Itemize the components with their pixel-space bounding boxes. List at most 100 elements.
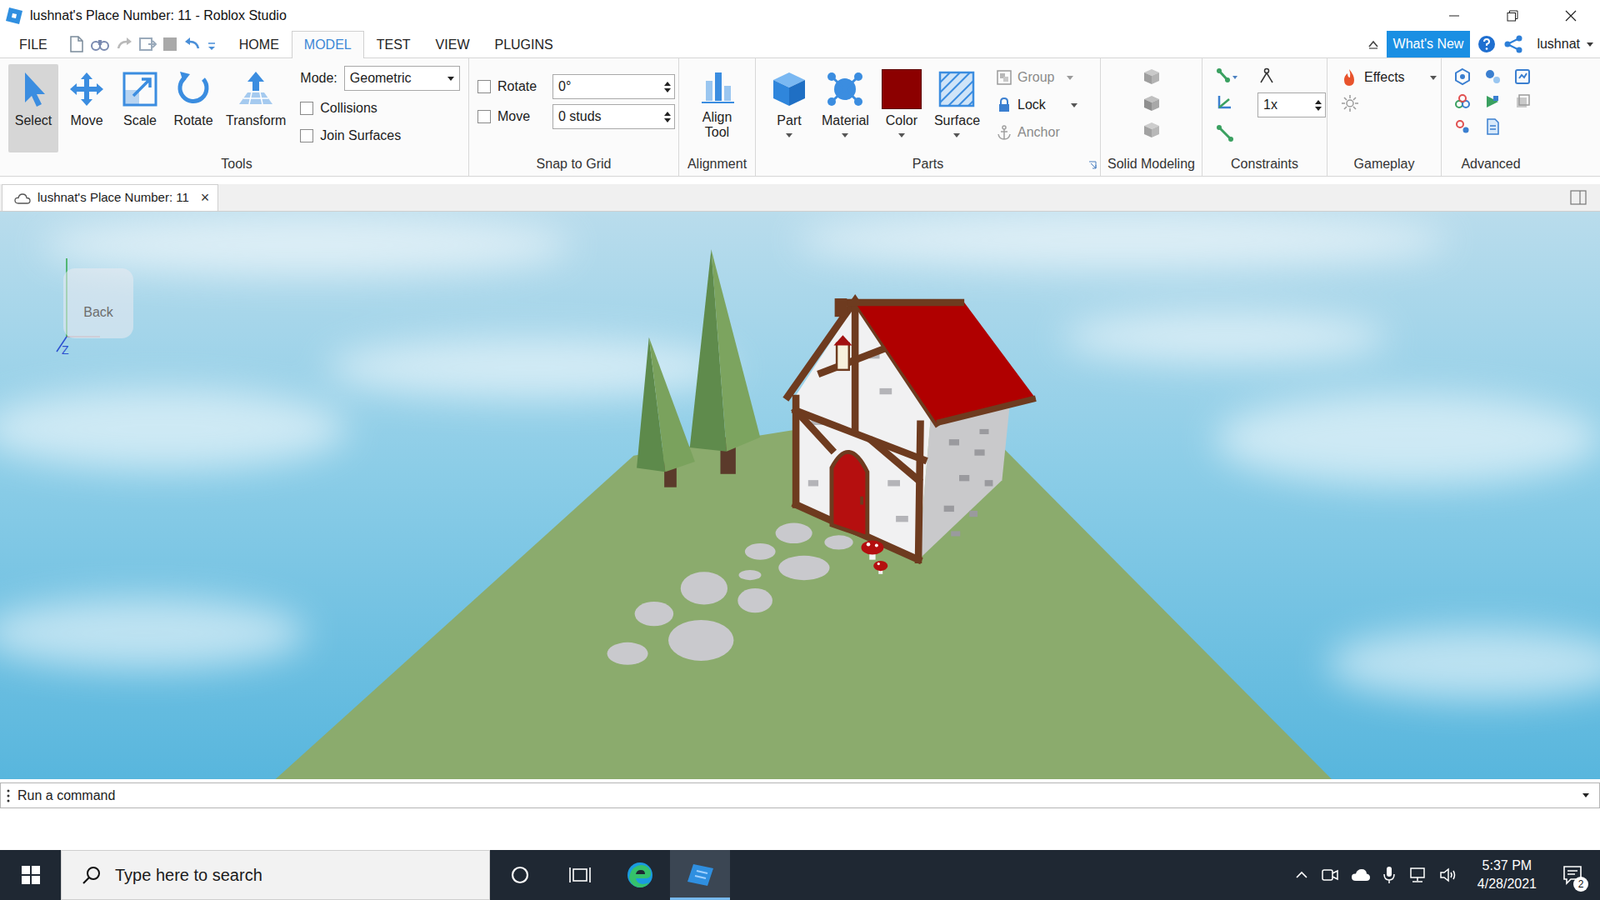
material-button[interactable]: Material [817, 64, 874, 153]
group-button[interactable]: Group [995, 67, 1078, 88]
onedrive-cloud-icon[interactable] [1350, 867, 1371, 883]
snap-group: Rotate 0° Move 0 studs [469, 58, 680, 176]
script-icon[interactable] [1483, 67, 1502, 86]
microphone-icon[interactable] [1382, 865, 1396, 885]
show-hidden-icons-icon[interactable] [1294, 867, 1310, 883]
viewport[interactable]: Back Z [0, 211, 1600, 780]
collisions-checkbox[interactable] [300, 101, 314, 115]
rotate-button[interactable]: Rotate [168, 64, 219, 153]
view-cube[interactable]: Back Z [50, 253, 150, 358]
scene-render[interactable] [0, 211, 1600, 780]
volume-icon[interactable] [1439, 866, 1460, 884]
local-script-icon[interactable] [1513, 67, 1532, 86]
close-button[interactable] [1541, 0, 1600, 31]
align-icon [699, 69, 736, 106]
start-button[interactable] [0, 850, 61, 900]
stop-icon[interactable] [161, 35, 179, 53]
plugins-tab[interactable]: PLUGINS [481, 30, 565, 58]
move-increment-field[interactable]: 0 studs [552, 104, 675, 130]
grip-icon[interactable] [4, 786, 13, 805]
axis-label: Z [61, 341, 70, 360]
close-tab-button[interactable]: × [200, 186, 210, 210]
taskbar-search[interactable] [60, 850, 490, 900]
home-tab[interactable]: HOME [226, 30, 292, 58]
cortana-button[interactable] [490, 850, 550, 900]
network-icon[interactable] [1407, 866, 1428, 884]
advanced-group: Advanced [1441, 58, 1540, 176]
ribbon-tabs: FILE HOME MODEL TEST VIEW PLUGINS What's… [0, 30, 1600, 59]
view-cube-face[interactable]: Back [83, 302, 114, 323]
command-input[interactable] [12, 785, 1576, 806]
move-button[interactable]: Move [61, 64, 112, 153]
axis-icon[interactable] [1215, 92, 1235, 111]
document-tab-strip: lushnat's Place Number: 11 × [0, 184, 1600, 212]
clock[interactable]: 5:37 PM 4/28/2021 [1470, 856, 1544, 893]
system-tray: 5:37 PM 4/28/2021 2 [1294, 850, 1600, 900]
roblox-studio-taskbar-button[interactable] [670, 850, 730, 900]
search-input[interactable] [113, 861, 490, 889]
view-tab[interactable]: VIEW [423, 30, 483, 58]
join-surfaces-checkbox[interactable] [300, 129, 314, 143]
constraint-scale-field[interactable]: 1x [1257, 92, 1326, 118]
flame-icon [1340, 68, 1358, 87]
color-button[interactable]: Color [876, 64, 927, 153]
team-create-icon[interactable] [90, 35, 110, 54]
share-icon[interactable] [1503, 34, 1524, 55]
settings-icon[interactable] [1453, 117, 1472, 136]
restore-button[interactable] [1483, 0, 1542, 31]
service-icon[interactable] [1453, 67, 1472, 86]
help-icon[interactable] [1476, 34, 1497, 55]
object-icon[interactable] [1513, 92, 1532, 111]
anchor-button[interactable]: Anchor [995, 122, 1078, 143]
meet-now-icon[interactable] [1320, 866, 1340, 884]
run-script-icon[interactable] [1483, 92, 1502, 111]
group-label: Gameplay [1354, 154, 1415, 175]
document-icon[interactable] [1483, 117, 1502, 136]
weld-icon[interactable] [1215, 124, 1235, 143]
command-history-dropdown-icon[interactable] [1582, 793, 1590, 798]
separate-icon[interactable] [1142, 120, 1161, 140]
create-constraint-icon[interactable] [1215, 67, 1240, 86]
new-file-icon[interactable] [68, 35, 85, 54]
account-dropdown-icon[interactable] [1586, 42, 1594, 47]
publish-icon[interactable] [138, 35, 157, 54]
float-window-icon[interactable] [1570, 190, 1587, 205]
quick-access-dropdown-icon[interactable] [206, 35, 217, 54]
action-center-button[interactable]: 2 [1555, 850, 1592, 900]
lock-button[interactable]: Lock [995, 95, 1078, 115]
transform-button[interactable]: Transform [221, 64, 290, 153]
collapse-ribbon-icon[interactable] [1366, 37, 1380, 51]
file-tab[interactable]: FILE [0, 30, 60, 58]
rotate-increment-field[interactable]: 0° [552, 74, 675, 100]
join-surfaces-option[interactable]: Join Surfaces [300, 125, 460, 146]
negate-icon[interactable] [1142, 94, 1161, 113]
snap-move-checkbox[interactable] [477, 110, 491, 124]
select-button[interactable]: Select [8, 64, 59, 153]
model-tab[interactable]: MODEL [291, 30, 365, 59]
user-name[interactable]: lushnat [1536, 34, 1580, 55]
group-label: Tools [220, 154, 252, 175]
rotate-increment-value: 0° [558, 76, 571, 97]
undo-icon[interactable] [183, 35, 202, 54]
dialog-launcher-icon[interactable] [1088, 160, 1097, 170]
task-view-button[interactable] [550, 850, 610, 900]
union-icon[interactable] [1142, 67, 1161, 86]
module-script-icon[interactable] [1453, 92, 1472, 111]
minimize-button[interactable] [1425, 0, 1484, 31]
test-tab[interactable]: TEST [364, 30, 424, 58]
surface-button[interactable]: Surface [930, 64, 985, 153]
sun-icon[interactable] [1340, 94, 1360, 113]
scale-button[interactable]: Scale [115, 64, 165, 153]
surface-icon [936, 69, 977, 110]
edge-button[interactable] [610, 850, 670, 900]
mode-dropdown[interactable]: Geometric [344, 65, 460, 91]
part-button[interactable]: Part [764, 64, 815, 153]
redo-icon[interactable] [115, 35, 134, 54]
snap-rotate-checkbox[interactable] [477, 80, 491, 94]
document-tab[interactable]: lushnat's Place Number: 11 × [1, 184, 219, 211]
joint-icon[interactable] [1257, 67, 1276, 86]
whats-new-button[interactable]: What's New [1386, 30, 1471, 58]
collisions-option[interactable]: Collisions [300, 98, 460, 119]
align-tool-button[interactable]: Align Tool [691, 64, 744, 153]
effects-button[interactable]: Effects [1340, 67, 1437, 88]
